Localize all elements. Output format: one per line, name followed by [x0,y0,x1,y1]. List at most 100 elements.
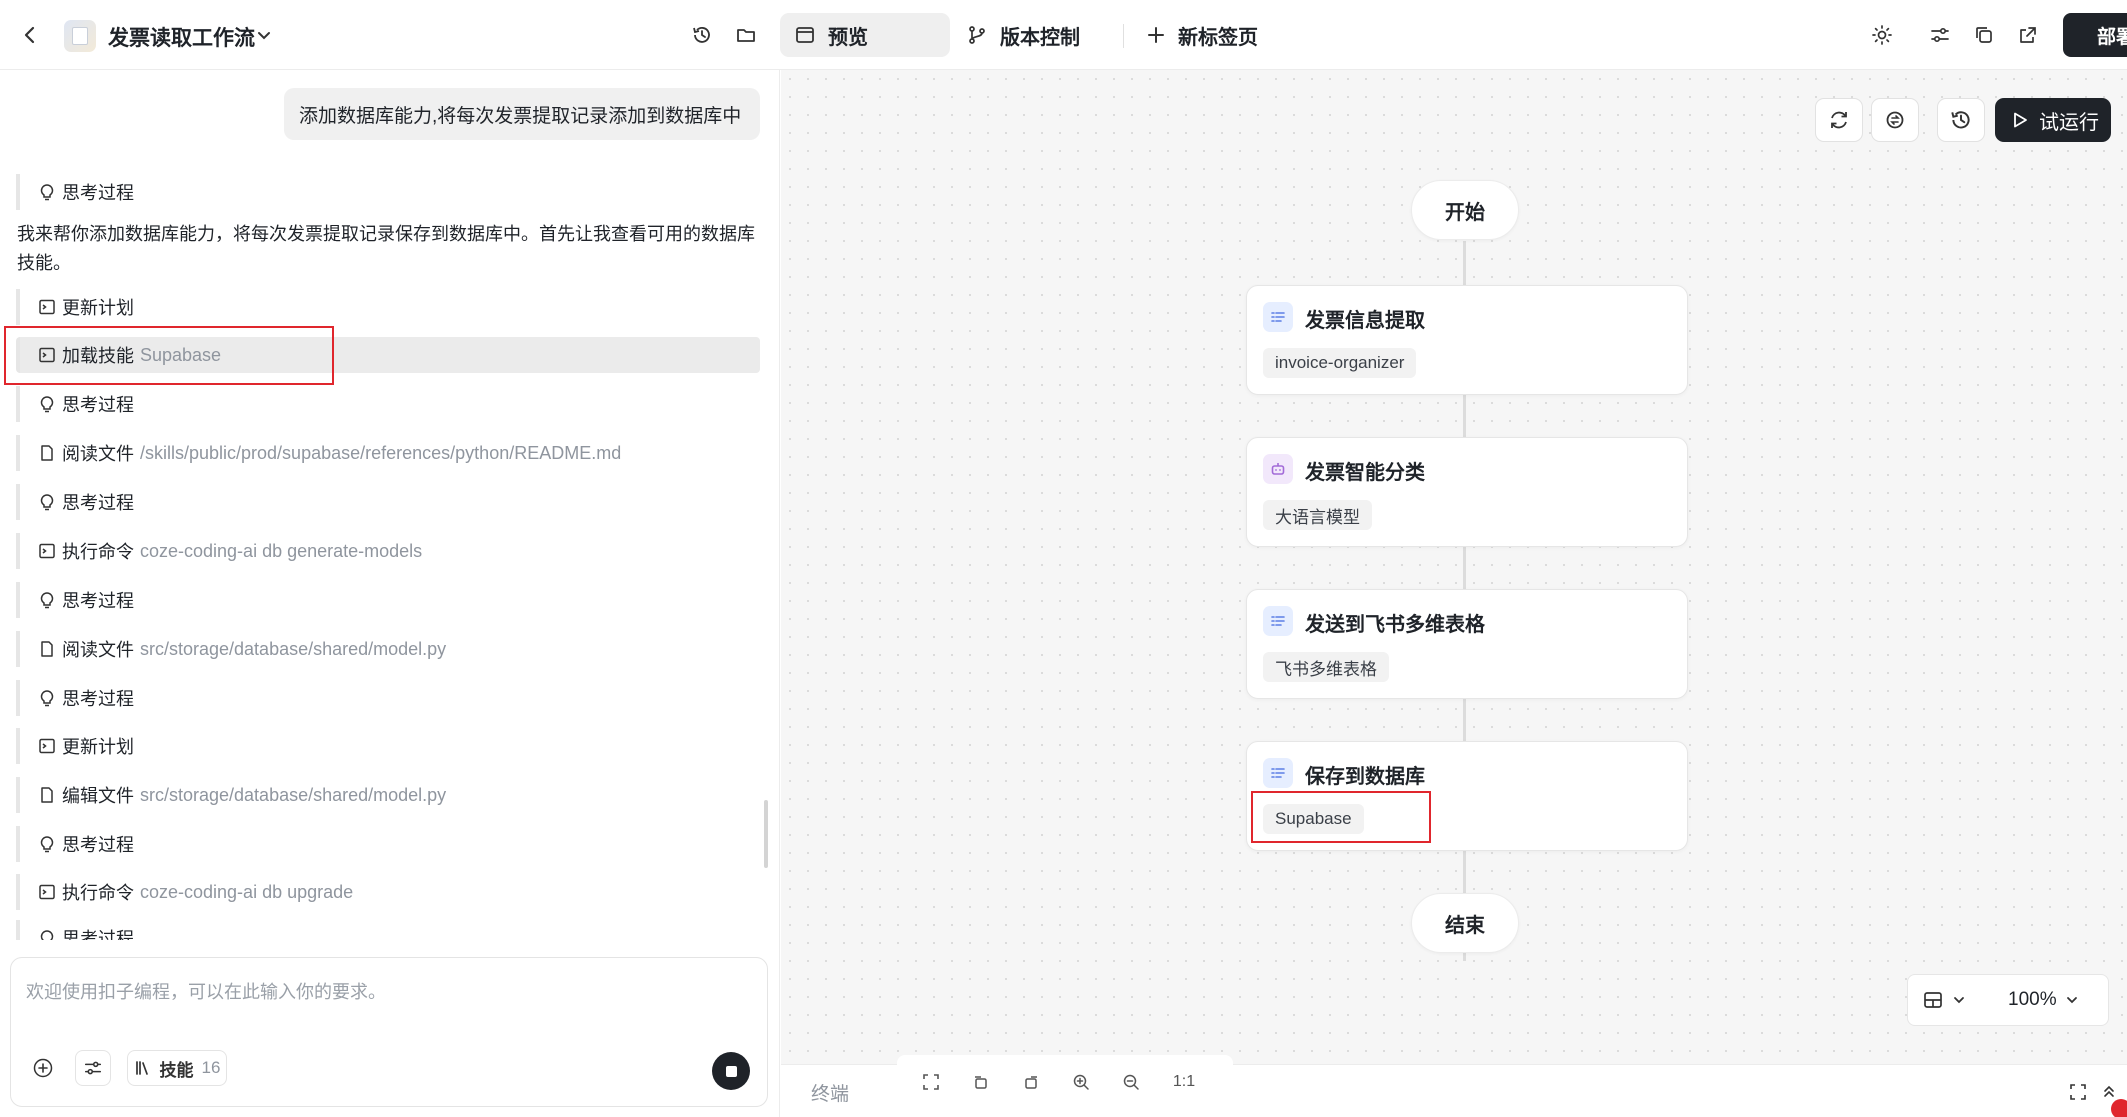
step-detail: src/storage/database/shared/model.py [140,784,447,805]
step-thinking-6[interactable]: 思考过程 [16,826,760,862]
browser-icon [796,27,814,43]
step-label: 阅读文件 [62,444,134,464]
branch-icon [969,26,985,44]
terminal-tab[interactable]: 终端 [811,1079,849,1106]
step-label: 更新计划 [62,298,134,318]
step-read-file-2[interactable]: 阅读文件 src/storage/database/shared/model.p… [16,631,760,667]
stop-icon [725,1065,737,1077]
chat-scrollbar[interactable] [764,800,768,868]
step-read-file-1[interactable]: 阅读文件 /skills/public/prod/supabase/refere… [16,435,760,471]
step-run-command-2[interactable]: 执行命令 coze-coding-ai db upgrade [16,874,760,910]
zoom-in-icon[interactable] [1069,1070,1093,1094]
robot-icon [1263,454,1293,484]
zoom-select[interactable]: 100% [2008,989,2079,1011]
undo-icon[interactable] [969,1070,993,1094]
step-thinking-4[interactable]: 思考过程 [16,582,760,618]
step-label: 执行命令 [62,542,134,562]
test-run-label: 试运行 [2039,111,2099,134]
file-icon [41,641,53,657]
step-thinking-2[interactable]: 思考过程 [16,386,760,422]
library-icon [135,1061,148,1075]
bulb-icon [40,184,54,201]
terminal-icon [39,299,55,315]
tab-version-control-label: 版本控制 [1000,26,1080,49]
node-title: 发送到飞书多维表格 [1305,614,1485,636]
tab-new[interactable]: 新标签页 [1132,13,1292,57]
refresh-icon [1831,111,1847,129]
sun-icon[interactable] [1864,17,1900,53]
test-run-button[interactable]: 试运行 [1995,98,2111,142]
tab-version-control[interactable]: 版本控制 [952,13,1102,57]
step-thinking-5[interactable]: 思考过程 [16,680,760,716]
step-label: 加载技能 [62,346,134,366]
sync-icon [1886,111,1904,129]
step-detail: coze-coding-ai db upgrade [140,881,354,902]
assistant-avatar[interactable] [2111,1099,2127,1117]
start-node[interactable]: 开始 [1411,180,1519,240]
list-icon [1263,606,1293,636]
workflow-canvas[interactable]: 试运行 开始 发票信息提取 invoice-organizer 发票智能分类 大… [781,70,2127,1064]
tab-preview-label: 预览 [828,26,868,49]
user-message: 添加数据库能力,将每次发票提取记录添加到数据库中 [284,88,760,140]
redo-icon[interactable] [1019,1070,1043,1094]
node-tag: Supabase [1263,804,1364,834]
back-icon[interactable] [12,17,48,53]
step-label: 思考过程 [62,689,134,709]
stop-button[interactable] [712,1052,750,1090]
tab-preview[interactable]: 预览 [780,13,950,57]
zoom-control: 100% [1907,974,2109,1026]
sync-button[interactable] [1871,98,1919,142]
top-bar: 发票读取工作流 预览 版本控制 新标签页 部署 [0,0,2127,70]
terminal-icon [39,347,55,363]
step-detail: coze-coding-ai db generate-models [140,540,423,561]
step-edit-file[interactable]: 编辑文件 src/storage/database/shared/model.p… [16,777,760,813]
layout-toggle[interactable] [1922,989,1966,1011]
run-history-button[interactable] [1937,98,1985,142]
chat-input[interactable] [26,978,746,1018]
canvas-toolbar: 1:1 [897,1055,1233,1103]
step-load-skill[interactable]: 加载技能 Supabase [16,337,760,373]
step-thinking-3[interactable]: 思考过程 [16,484,760,520]
step-label: 执行命令 [62,883,134,903]
workflow-node-extract[interactable]: 发票信息提取 invoice-organizer [1246,285,1688,395]
step-run-command-1[interactable]: 执行命令 coze-coding-ai db generate-models [16,533,760,569]
history-icon[interactable] [684,17,720,53]
zoom-out-icon[interactable] [1119,1070,1143,1094]
terminal-icon [39,884,55,900]
step-detail: src/storage/database/shared/model.py [140,638,447,659]
copy-icon[interactable] [1966,17,2002,53]
list-icon [1263,758,1293,788]
fullscreen-icon[interactable] [2066,1080,2090,1104]
settings-sliders-icon[interactable] [1922,17,1958,53]
fit-view-icon[interactable] [919,1070,943,1094]
step-update-plan-2[interactable]: 更新计划 [16,728,760,764]
folder-icon[interactable] [728,17,764,53]
actual-size-button[interactable]: 1:1 [1169,1070,1199,1094]
app-title[interactable]: 发票读取工作流 [108,22,255,52]
chevron-down-icon[interactable] [246,17,282,53]
refresh-button[interactable] [1815,98,1863,142]
skills-button[interactable]: 技能 16 [127,1050,227,1086]
workflow-node-feishu[interactable]: 发送到飞书多维表格 飞书多维表格 [1246,589,1688,699]
step-thinking-1[interactable]: 思考过程 [16,174,760,210]
tab-divider [1123,24,1124,48]
external-link-icon[interactable] [2010,17,2046,53]
settings-button[interactable] [75,1050,111,1086]
app-logo [64,20,96,52]
tab-new-label: 新标签页 [1178,26,1258,49]
layout-icon [1924,992,1942,1008]
chevron-down-icon [1954,997,1964,1004]
workflow-node-classify[interactable]: 发票智能分类 大语言模型 [1246,437,1688,547]
plus-icon [1148,27,1164,43]
node-title: 发票信息提取 [1305,310,1425,332]
step-update-plan-1[interactable]: 更新计划 [16,289,760,325]
deploy-button[interactable]: 部署 [2063,13,2127,57]
end-node[interactable]: 结束 [1411,893,1519,953]
add-button[interactable] [26,1050,60,1086]
node-tag: 飞书多维表格 [1263,652,1389,682]
workflow-node-database[interactable]: 保存到数据库 Supabase [1246,741,1688,851]
step-thinking-7[interactable]: 思考过程 [16,920,760,940]
file-icon [41,787,53,803]
step-label: 阅读文件 [62,640,134,660]
node-tag: 大语言模型 [1263,500,1372,530]
